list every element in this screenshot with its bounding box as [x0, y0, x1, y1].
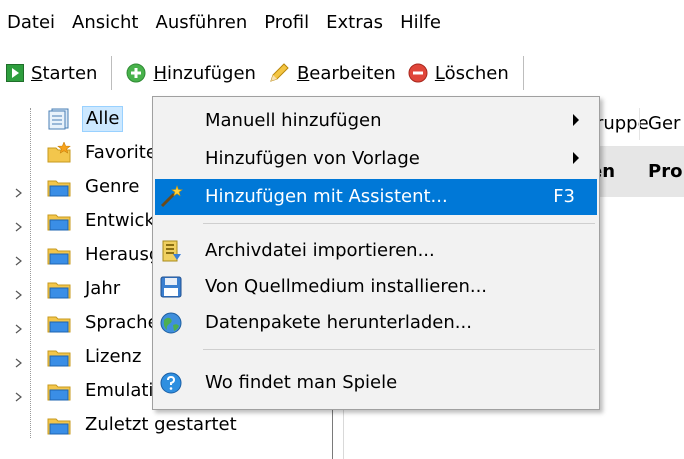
- pencil-icon: [268, 62, 290, 84]
- start-label-mnemonic: S: [31, 62, 43, 84]
- start-label: Starten: [31, 63, 97, 84]
- delete-label-rest: öschen: [444, 62, 509, 84]
- menu-item-download-packages[interactable]: Datenpakete herunterladen...: [155, 305, 597, 341]
- tree-item-label: Jahr: [85, 278, 121, 299]
- menu-item-install-from-media[interactable]: Von Quellmedium installieren...: [155, 269, 597, 305]
- delete-icon: [408, 63, 428, 83]
- toolbar-separator-2: [522, 56, 524, 90]
- add-label-mnemonic: H: [153, 62, 168, 84]
- menu-hilfe[interactable]: Hilfe: [392, 0, 450, 46]
- expand-chevron-icon[interactable]: [14, 386, 24, 402]
- menu-item-label: Hinzufügen von Vorlage: [205, 148, 420, 169]
- menu-item-label: Datenpakete herunterladen...: [205, 312, 472, 333]
- menubar: Datei Ansicht Ausführen Profil Extras Hi…: [0, 0, 684, 46]
- expand-chevron-icon[interactable]: [14, 318, 24, 334]
- delete-label: Löschen: [435, 63, 509, 84]
- edit-label-mnemonic: B: [296, 62, 310, 84]
- start-button[interactable]: Starten: [0, 53, 103, 93]
- delete-label-mnemonic: L: [434, 62, 445, 84]
- menu-separator: [203, 349, 595, 350]
- menu-item-where-to-find-games[interactable]: Wo findet man Spiele: [155, 365, 597, 401]
- add-label-rest: inzufügen: [167, 62, 256, 84]
- edit-label-rest: earbeiten: [309, 62, 396, 84]
- magic-wand-icon: [159, 185, 183, 209]
- menu-profil[interactable]: Profil: [256, 0, 318, 46]
- expand-chevron-icon[interactable]: [14, 182, 24, 198]
- toolbar: Starten Hinzufügen Bearbeiten Löschen: [0, 46, 684, 100]
- menu-ausfuehren[interactable]: Ausführen: [148, 0, 257, 46]
- menu-item-label: Hinzufügen mit Assistent...: [205, 186, 448, 207]
- folder-icon: [46, 414, 72, 436]
- menu-ansicht[interactable]: Ansicht: [64, 0, 147, 46]
- globe-icon: [159, 311, 183, 335]
- submenu-arrow-icon: [573, 152, 579, 164]
- edit-button[interactable]: Bearbeiten: [262, 53, 402, 93]
- menu-extras[interactable]: Extras: [318, 0, 392, 46]
- menu-item-label: Manuell hinzufügen: [205, 110, 382, 131]
- expand-chevron-icon[interactable]: [14, 284, 24, 300]
- menu-item-wizard[interactable]: Hinzufügen mit Assistent... F3: [155, 179, 597, 215]
- add-button[interactable]: Hinzufügen: [120, 53, 261, 93]
- all-items-icon: [46, 108, 72, 130]
- menu-item-import-archive[interactable]: Archivdatei importieren...: [155, 233, 597, 269]
- favorites-folder-icon: [46, 141, 72, 164]
- folder-icon: [46, 210, 72, 232]
- tree-item-label: Alle: [82, 106, 124, 132]
- folder-icon: [46, 278, 72, 300]
- expand-chevron-icon[interactable]: [14, 216, 24, 232]
- column-separator[interactable]: [639, 108, 640, 140]
- menu-item-manual-add[interactable]: Manuell hinzufügen: [155, 103, 597, 139]
- submenu-arrow-icon: [573, 114, 579, 126]
- start-label-rest: tarten: [42, 62, 98, 84]
- toolbar-separator: [111, 56, 113, 90]
- edit-label: Bearbeiten: [297, 63, 396, 84]
- delete-button[interactable]: Löschen: [402, 53, 515, 93]
- folder-icon: [46, 312, 72, 334]
- tree-item-label: Zuletzt gestartet: [85, 414, 237, 435]
- folder-icon: [46, 244, 72, 266]
- folder-icon: [46, 380, 72, 402]
- tree-item-label: Lizenz: [85, 346, 142, 367]
- menu-separator: [203, 223, 595, 224]
- expand-chevron-icon[interactable]: [14, 250, 24, 266]
- add-icon: [126, 63, 146, 83]
- column-header-genre[interactable]: Ger: [648, 100, 680, 148]
- add-label: Hinzufügen: [153, 63, 255, 84]
- menu-item-from-template[interactable]: Hinzufügen von Vorlage: [155, 141, 597, 177]
- floppy-disk-icon: [159, 275, 183, 299]
- tree-item-zuletzt-gestartet[interactable]: Zuletzt gestartet: [0, 410, 330, 440]
- archive-icon: [159, 239, 183, 263]
- tree-item-label: Genre: [85, 176, 140, 197]
- add-context-menu: Manuell hinzufügen Hinzufügen von Vorlag…: [152, 96, 600, 410]
- help-icon: [159, 371, 183, 395]
- folder-icon: [46, 346, 72, 368]
- tree-item-label: Sprache: [85, 312, 159, 333]
- menu-item-shortcut: F3: [553, 186, 575, 207]
- menu-item-label: Von Quellmedium installieren...: [205, 276, 488, 297]
- play-icon: [6, 64, 24, 82]
- menu-datei[interactable]: Datei: [0, 0, 64, 46]
- expand-chevron-icon[interactable]: [14, 352, 24, 368]
- folder-icon: [46, 176, 72, 198]
- menu-item-label: Wo findet man Spiele: [205, 372, 398, 393]
- menu-item-label: Archivdatei importieren...: [205, 240, 435, 261]
- list-cell: Pro: [648, 161, 683, 182]
